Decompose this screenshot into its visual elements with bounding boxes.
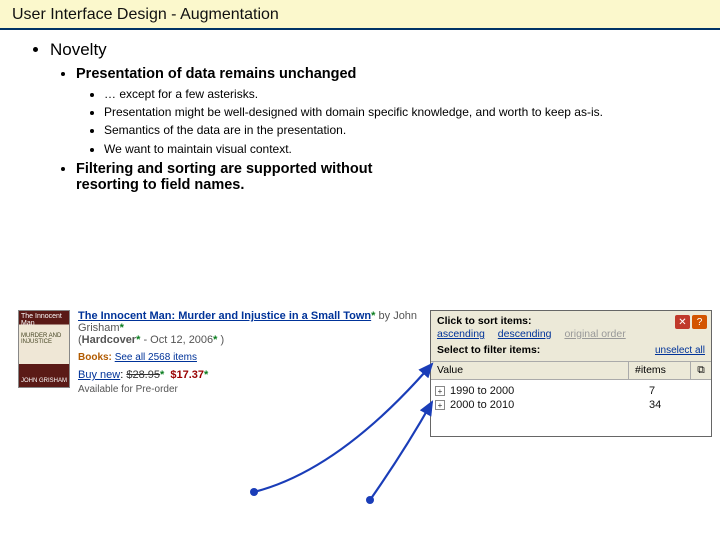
expand-icon[interactable]: + bbox=[435, 400, 445, 410]
book-title-line: The Innocent Man: Murder and Injustice i… bbox=[18, 310, 420, 334]
asterisk-icon[interactable]: * bbox=[371, 310, 375, 322]
book-thumbnail[interactable]: The Innocent Man MURDER AND INJUSTICE JO… bbox=[18, 310, 70, 388]
expand-icon[interactable]: + bbox=[435, 386, 445, 396]
see-all-link[interactable]: See all 2568 items bbox=[115, 352, 197, 363]
thumb-line-1: The Innocent Man bbox=[21, 313, 69, 327]
column-header-value[interactable]: Value bbox=[431, 362, 629, 379]
bullet-l3-3: We want to maintain visual context. bbox=[104, 141, 700, 157]
asterisk-icon[interactable]: * bbox=[136, 334, 140, 346]
books-category-line: Books: See all 2568 items bbox=[18, 352, 420, 363]
new-price: $17.37 bbox=[170, 369, 204, 381]
asterisk-icon[interactable]: * bbox=[204, 369, 208, 381]
asterisk-icon[interactable]: * bbox=[120, 322, 124, 334]
asterisk-icon[interactable]: * bbox=[160, 369, 164, 381]
tree-row[interactable]: + 2000 to 2010 34 bbox=[435, 398, 707, 412]
book-format: Hardcover bbox=[82, 334, 136, 346]
paren: ) bbox=[221, 334, 225, 346]
slide-body: Novelty Presentation of data remains unc… bbox=[0, 30, 720, 193]
tree-row[interactable]: + 1990 to 2000 7 bbox=[435, 384, 707, 398]
bullet-l3-1: Presentation might be well-designed with… bbox=[104, 104, 700, 120]
thumb-line-2: MURDER AND INJUSTICE bbox=[21, 333, 69, 345]
bullet-l1: Novelty Presentation of data remains unc… bbox=[50, 40, 700, 193]
book-listing: The Innocent Man MURDER AND INJUSTICE JO… bbox=[18, 310, 420, 395]
books-label: Books: bbox=[78, 352, 112, 363]
bullet-l1-text: Novelty bbox=[50, 40, 107, 59]
column-header-icon[interactable]: ⧉ bbox=[691, 362, 711, 379]
lower-row: The Innocent Man MURDER AND INJUSTICE JO… bbox=[18, 310, 712, 437]
bullet-l3-0: … except for a few asterisks. bbox=[104, 86, 700, 102]
sort-ascending-link[interactable]: ascending bbox=[437, 328, 485, 340]
tree-row-count: 7 bbox=[645, 385, 707, 397]
bullet-l3-2: Semantics of the data are in the present… bbox=[104, 122, 700, 138]
thumb-line-3: JOHN GRISHAM bbox=[21, 378, 67, 384]
tree-row-label: 1990 to 2000 bbox=[450, 385, 645, 397]
sort-heading: Click to sort items: bbox=[437, 315, 705, 327]
facet-panel-header: ✕ ? Click to sort items: ascending desce… bbox=[431, 311, 711, 361]
slide-title: User Interface Design - Augmentation bbox=[12, 6, 279, 23]
by-word: by bbox=[379, 310, 394, 322]
bullet-l2-a-text: Presentation of data remains unchanged bbox=[76, 66, 356, 82]
bullet-l2-a: Presentation of data remains unchanged …… bbox=[76, 66, 700, 157]
book-format-line: (Hardcover* - Oct 12, 2006* ) bbox=[18, 334, 420, 346]
help-icon[interactable]: ? bbox=[692, 315, 707, 329]
filter-heading: Select to filter items: bbox=[437, 344, 540, 356]
facet-panel: ✕ ? Click to sort items: ascending desce… bbox=[430, 310, 712, 437]
buy-new-link[interactable]: Buy new bbox=[78, 369, 120, 381]
facet-tree: + 1990 to 2000 7 + 2000 to 2010 34 bbox=[431, 380, 711, 436]
sort-links: ascending descending original order bbox=[437, 328, 705, 340]
tree-row-count: 34 bbox=[645, 399, 707, 411]
book-title-link[interactable]: The Innocent Man: Murder and Injustice i… bbox=[78, 310, 371, 322]
availability-text: Available for Pre-order bbox=[18, 384, 420, 395]
column-header-items[interactable]: #items bbox=[629, 362, 691, 379]
buy-line: Buy new: $28.95* $17.37* bbox=[18, 369, 420, 381]
bullet-l2-b: Filtering and sorting are supported with… bbox=[76, 161, 436, 193]
window-controls: ✕ ? bbox=[675, 315, 707, 329]
sort-descending-link[interactable]: descending bbox=[498, 328, 552, 340]
unselect-all-link[interactable]: unselect all bbox=[655, 345, 705, 356]
asterisk-icon[interactable]: * bbox=[213, 334, 217, 346]
old-price: $28.95 bbox=[126, 369, 160, 381]
facet-column-headers: Value #items ⧉ bbox=[431, 361, 711, 380]
close-icon[interactable]: ✕ bbox=[675, 315, 690, 329]
sort-original-link: original order bbox=[564, 328, 625, 340]
book-date: Oct 12, 2006 bbox=[150, 334, 213, 346]
tree-row-label: 2000 to 2010 bbox=[450, 399, 645, 411]
slide-title-bar: User Interface Design - Augmentation bbox=[0, 0, 720, 30]
